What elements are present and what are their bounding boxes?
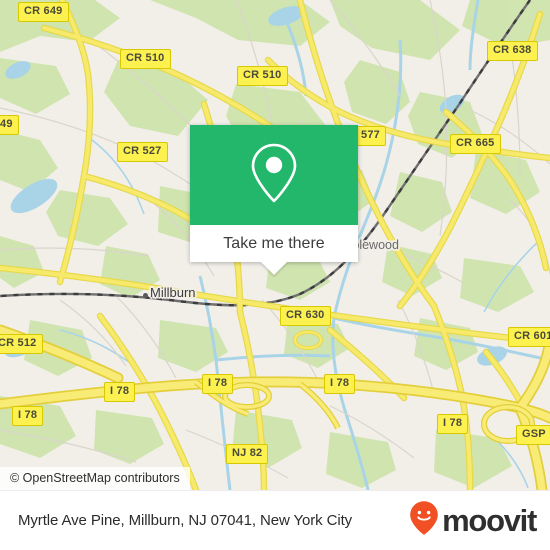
moovit-map-screenshot: CR 649 CR 510 CR 510 49 CR 527 577 CR 63… bbox=[0, 0, 550, 550]
take-me-there-label: Take me there bbox=[223, 234, 325, 252]
road-shield[interactable]: GSP bbox=[516, 425, 550, 445]
road-shield[interactable]: CR 510 bbox=[237, 66, 288, 86]
moovit-pin-icon bbox=[409, 500, 439, 541]
road-shield[interactable]: I 78 bbox=[12, 406, 44, 426]
footer-bar: Myrtle Ave Pine, Millburn, NJ 07041, New… bbox=[0, 490, 550, 550]
popup-pointer-tail bbox=[261, 262, 287, 275]
osm-attribution-text: © OpenStreetMap contributors bbox=[10, 471, 180, 485]
road-shield[interactable]: I 78 bbox=[437, 414, 469, 434]
road-shield[interactable]: CR 638 bbox=[487, 41, 538, 61]
place-dot-millburn bbox=[143, 293, 148, 298]
road-shield[interactable]: CR 649 bbox=[18, 2, 69, 22]
road-shield[interactable]: I 78 bbox=[324, 374, 356, 394]
road-shield[interactable]: 577 bbox=[355, 126, 386, 146]
place-label-millburn: Millburn bbox=[150, 285, 196, 300]
address-label: Myrtle Ave Pine, Millburn, NJ 07041, New… bbox=[18, 512, 353, 529]
map-pin-icon bbox=[250, 142, 298, 209]
road-shield[interactable]: CR 512 bbox=[0, 334, 43, 354]
road-shield[interactable]: CR 527 bbox=[117, 142, 168, 162]
road-shield[interactable]: CR 510 bbox=[120, 49, 171, 69]
road-shield[interactable]: I 78 bbox=[202, 374, 234, 394]
popup-header bbox=[190, 125, 358, 225]
moovit-logo[interactable]: moovit bbox=[409, 500, 537, 541]
location-popup-card[interactable]: Take me there bbox=[190, 125, 358, 275]
road-shield[interactable]: NJ 82 bbox=[226, 444, 269, 464]
take-me-there-button[interactable]: Take me there bbox=[190, 225, 358, 262]
moovit-wordmark: moovit bbox=[442, 503, 537, 538]
road-shield[interactable]: CR 665 bbox=[450, 134, 501, 154]
road-shield[interactable]: I 78 bbox=[104, 382, 136, 402]
road-shield[interactable]: CR 601 bbox=[508, 327, 550, 347]
road-shield[interactable]: CR 630 bbox=[280, 306, 331, 326]
road-shield[interactable]: 49 bbox=[0, 115, 19, 135]
map-canvas[interactable]: CR 649 CR 510 CR 510 49 CR 527 577 CR 63… bbox=[0, 0, 550, 490]
osm-attribution[interactable]: © OpenStreetMap contributors bbox=[0, 467, 190, 490]
